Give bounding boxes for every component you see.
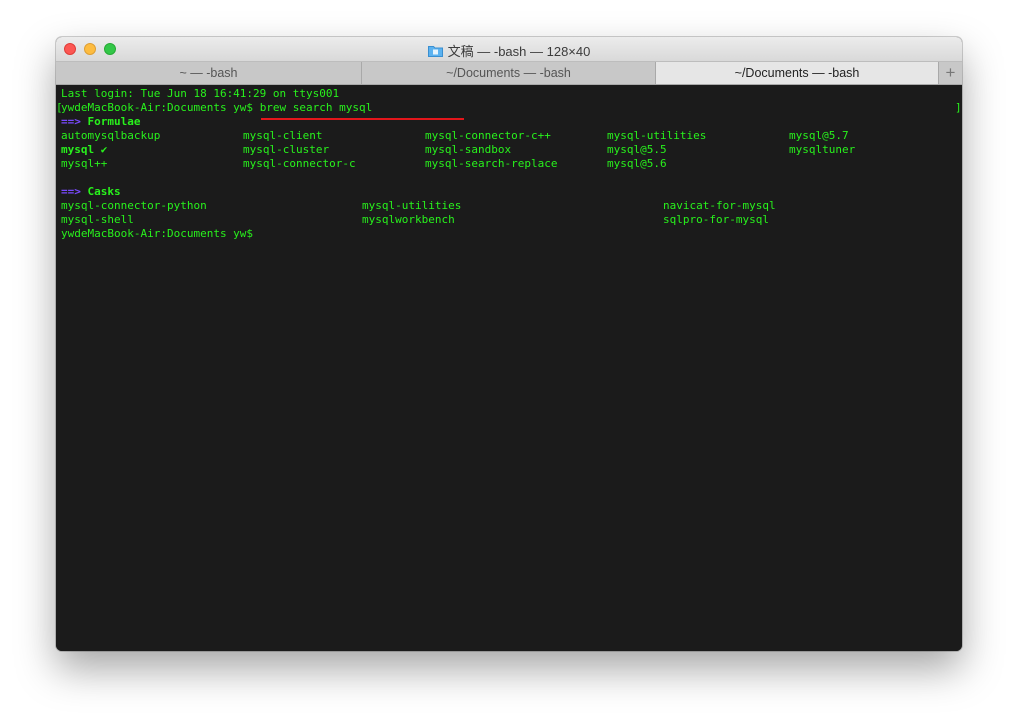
- tab-label: ~/Documents — -bash: [446, 66, 571, 80]
- cask-item: sqlpro-for-mysql: [663, 213, 769, 226]
- cask-item: mysqlworkbench: [362, 213, 455, 226]
- formula-item-installed: mysql ✔: [61, 143, 108, 156]
- header-arrow: ==>: [61, 185, 81, 198]
- cask-item: navicat-for-mysql: [663, 199, 776, 212]
- formula-item: mysql-connector-c: [243, 157, 356, 170]
- formula-item: mysql-sandbox: [425, 143, 512, 156]
- command-text: brew search mysql: [259, 101, 373, 114]
- cask-item: mysql-connector-python: [61, 199, 207, 212]
- new-tab-button[interactable]: +: [939, 62, 962, 84]
- formula-item: mysql@5.6: [607, 157, 667, 170]
- formula-item: mysql++: [61, 157, 108, 170]
- terminal-window: 文稿 — -bash — 128×40 ~ — -bash ~/Document…: [56, 37, 962, 651]
- tab-home-bash[interactable]: ~ — -bash: [56, 62, 362, 84]
- formula-item: mysql@5.5: [607, 143, 667, 156]
- window-title-text: 文稿 — -bash — 128×40: [447, 44, 591, 59]
- casks-label: Casks: [87, 185, 121, 198]
- final-prompt: ywdeMacBook-Air:Documents yw$: [61, 227, 254, 240]
- cask-item: mysql-shell: [61, 213, 134, 226]
- title-bar[interactable]: 文稿 — -bash — 128×40: [56, 37, 962, 61]
- formula-item: mysql-client: [243, 129, 323, 142]
- red-underline-annotation: [261, 118, 464, 120]
- formula-item: mysqltuner: [789, 143, 856, 156]
- plus-icon: +: [945, 63, 956, 82]
- formula-item: mysql-utilities: [607, 129, 707, 142]
- header-arrow: ==>: [61, 115, 81, 128]
- formula-item: mysql-connector-c++: [425, 129, 551, 142]
- tab-documents-bash-2[interactable]: ~/Documents — -bash: [656, 62, 939, 84]
- formula-item: mysql@5.7: [789, 129, 849, 142]
- tab-bar: ~ — -bash ~/Documents — -bash ~/Document…: [56, 61, 962, 85]
- tab-label: ~/Documents — -bash: [734, 66, 860, 80]
- prompt-text: ywdeMacBook-Air:Documents yw$: [61, 101, 254, 114]
- command-line: ywdeMacBook-Air:Documents yw$ brew searc…: [61, 101, 372, 115]
- formulae-header: ==> Formulae: [61, 115, 140, 129]
- formula-item: mysql-search-replace: [425, 157, 558, 170]
- window-title: 文稿 — -bash — 128×40: [56, 41, 962, 60]
- last-login-line: Last login: Tue Jun 18 16:41:29 on ttys0…: [61, 87, 340, 100]
- terminal-output[interactable]: Last login: Tue Jun 18 16:41:29 on ttys0…: [56, 85, 962, 651]
- prompt-bracket-right: ]: [955, 101, 962, 114]
- formula-item: automysqlbackup: [61, 129, 161, 142]
- tab-documents-bash-1[interactable]: ~/Documents — -bash: [362, 62, 656, 84]
- formula-item: mysql-cluster: [243, 143, 330, 156]
- cask-item: mysql-utilities: [362, 199, 462, 212]
- folder-icon: [427, 45, 443, 57]
- casks-header: ==> Casks: [61, 185, 121, 199]
- tab-label: ~ — -bash: [179, 66, 238, 80]
- formulae-label: Formulae: [87, 115, 141, 128]
